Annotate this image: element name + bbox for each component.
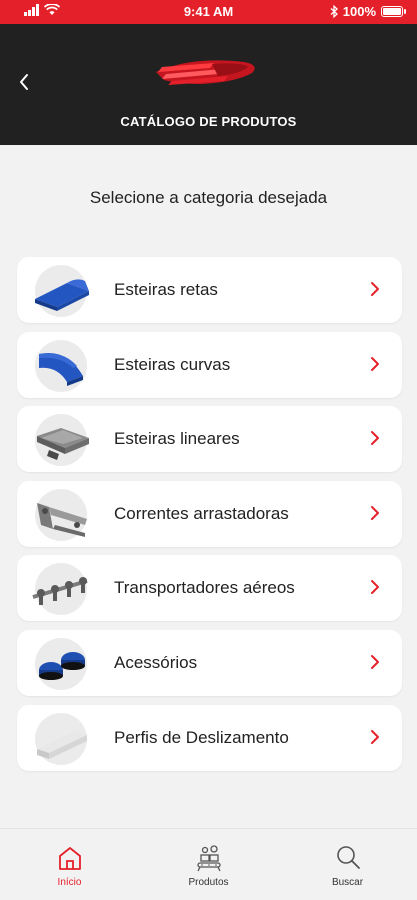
back-button[interactable] <box>10 66 38 98</box>
chevron-right-icon <box>371 506 379 520</box>
category-item-perfis-deslizamento[interactable]: Perfis de Deslizamento <box>17 705 402 771</box>
category-label: Acessórios <box>114 653 198 672</box>
category-item-esteiras-lineares[interactable]: Esteiras lineares <box>17 406 402 472</box>
home-icon <box>59 847 81 870</box>
chevron-left-icon <box>20 74 28 90</box>
category-thumbnail <box>35 713 87 765</box>
tab-buscar[interactable]: Buscar <box>278 829 417 900</box>
battery-icon <box>381 6 406 17</box>
accessories-icon <box>39 652 85 680</box>
status-bar: 9:41 AM 100% <box>0 0 417 24</box>
category-thumbnail <box>35 265 89 317</box>
chevron-right-icon <box>371 730 379 744</box>
products-icon <box>197 845 221 872</box>
drag-chain-icon <box>37 503 87 537</box>
category-item-acessorios[interactable]: Acessórios <box>17 630 402 696</box>
category-label: Esteiras curvas <box>114 355 231 374</box>
instruction-text: Selecione a categoria desejada <box>89 188 328 207</box>
category-label: Esteiras lineares <box>114 429 240 448</box>
category-thumbnail <box>35 340 87 392</box>
chevron-right-icon <box>371 431 379 445</box>
chevron-right-icon <box>371 357 379 371</box>
slide-profile-icon <box>37 731 87 759</box>
category-item-esteiras-curvas[interactable]: Esteiras curvas <box>17 332 402 398</box>
tab-label: Buscar <box>331 877 364 888</box>
category-thumbnail <box>35 489 87 541</box>
tab-inicio[interactable]: Início <box>0 829 139 900</box>
chevron-right-icon <box>371 282 379 296</box>
curved-conveyor-icon <box>39 352 83 386</box>
chevron-right-icon <box>371 655 379 669</box>
tab-label: Produtos <box>188 877 229 888</box>
category-label: Correntes arrastadoras <box>114 504 289 523</box>
category-item-esteiras-retas[interactable]: Esteiras retas <box>17 257 402 323</box>
tab-produtos[interactable]: Produtos <box>139 829 278 900</box>
overhead-conveyor-icon <box>32 577 88 605</box>
tab-label: Início <box>57 877 82 888</box>
battery-percentage: 100% <box>342 4 376 19</box>
straight-conveyor-icon <box>35 279 89 311</box>
category-thumbnail <box>32 563 88 615</box>
category-label: Esteiras retas <box>114 280 218 299</box>
bluetooth-icon <box>330 5 338 18</box>
search-icon <box>337 846 360 869</box>
category-item-transportadores-aereos[interactable]: Transportadores aéreos <box>17 555 402 621</box>
category-item-correntes-arrastadoras[interactable]: Correntes arrastadoras <box>17 481 402 547</box>
category-thumbnail <box>35 414 89 466</box>
category-label: Perfis de Deslizamento <box>114 728 289 747</box>
page-title: CATÁLOGO DE PRODUTOS <box>120 114 297 129</box>
category-label: Transportadores aéreos <box>114 578 295 597</box>
category-thumbnail <box>35 638 87 690</box>
bottom-tab-bar: Início Produtos Buscar <box>0 828 417 900</box>
app-header: CATÁLOGO DE PRODUTOS <box>0 24 417 145</box>
chevron-right-icon <box>371 580 379 594</box>
brand-logo <box>156 60 255 85</box>
linear-conveyor-icon <box>37 428 89 460</box>
